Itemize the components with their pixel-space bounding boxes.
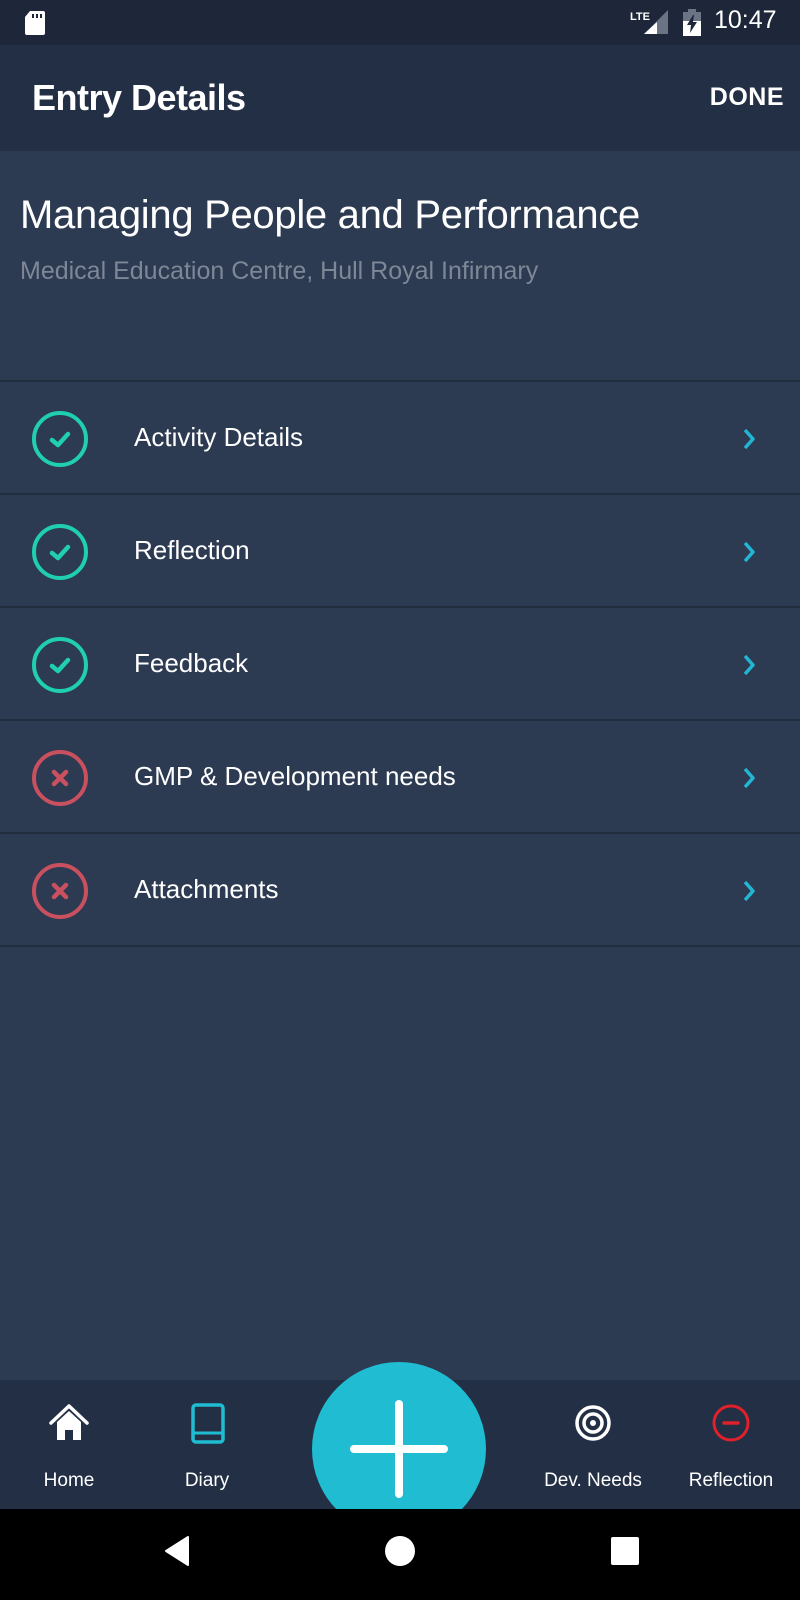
target-icon xyxy=(575,1405,611,1441)
x-circle-icon xyxy=(32,750,88,806)
chevron-right-icon xyxy=(743,541,755,563)
lte-signal-icon: LTE xyxy=(630,10,668,34)
section-label: GMP & Development needs xyxy=(134,761,456,791)
section-label: Reflection xyxy=(134,535,250,565)
page-title: Entry Details xyxy=(32,77,246,118)
app-bar: Entry Details DONE xyxy=(0,45,800,151)
check-circle-icon xyxy=(32,411,88,467)
x-circle-icon xyxy=(32,863,88,919)
check-circle-icon xyxy=(32,524,88,580)
section-label: Feedback xyxy=(134,648,249,678)
home-icon xyxy=(49,1404,89,1440)
chevron-right-icon xyxy=(743,428,755,450)
section-item-gmp-development-needs[interactable]: GMP & Development needs xyxy=(0,721,800,834)
recents-square-icon[interactable] xyxy=(605,1531,645,1571)
entry-title: Managing People and Performance xyxy=(20,193,640,237)
section-label: Attachments xyxy=(134,874,279,904)
home-circle-icon[interactable] xyxy=(380,1531,420,1571)
sd-card-icon xyxy=(25,11,45,35)
chevron-right-icon xyxy=(743,767,755,789)
nav-item-dev-needs[interactable]: Dev. Needs xyxy=(523,1380,663,1510)
section-label: Activity Details xyxy=(134,422,304,452)
system-nav-bar xyxy=(0,1509,800,1600)
chevron-right-icon xyxy=(743,880,755,902)
section-list: Activity Details Reflection Feedback GMP xyxy=(0,380,800,947)
nav-label: Dev. Needs xyxy=(544,1470,642,1491)
check-circle-icon xyxy=(32,637,88,693)
nav-label: Reflection xyxy=(688,1470,774,1491)
svg-text:LTE: LTE xyxy=(630,11,650,23)
section-item-reflection[interactable]: Reflection xyxy=(0,495,800,608)
book-icon xyxy=(191,1403,225,1444)
nav-item-home[interactable]: Home xyxy=(0,1380,139,1510)
section-item-feedback[interactable]: Feedback xyxy=(0,608,800,721)
battery-charging-icon xyxy=(683,9,701,36)
plus-icon xyxy=(350,1400,448,1498)
status-bar: LTE 10:47 xyxy=(0,0,800,45)
section-item-activity-details[interactable]: Activity Details xyxy=(0,382,800,495)
clock: 10:47 xyxy=(714,6,777,34)
minus-circle-icon xyxy=(712,1404,750,1442)
nav-item-reflection[interactable]: Reflection xyxy=(661,1380,800,1510)
section-item-attachments[interactable]: Attachments xyxy=(0,834,800,947)
nav-label: Diary xyxy=(184,1470,230,1491)
back-icon[interactable] xyxy=(158,1531,198,1571)
entry-location: Medical Education Centre, Hull Royal Inf… xyxy=(20,257,539,285)
nav-label: Home xyxy=(43,1470,95,1491)
done-button[interactable]: DONE xyxy=(710,83,784,112)
nav-item-diary[interactable]: Diary xyxy=(137,1380,277,1510)
chevron-right-icon xyxy=(743,654,755,676)
entry-header: Managing People and Performance Medical … xyxy=(0,151,800,380)
